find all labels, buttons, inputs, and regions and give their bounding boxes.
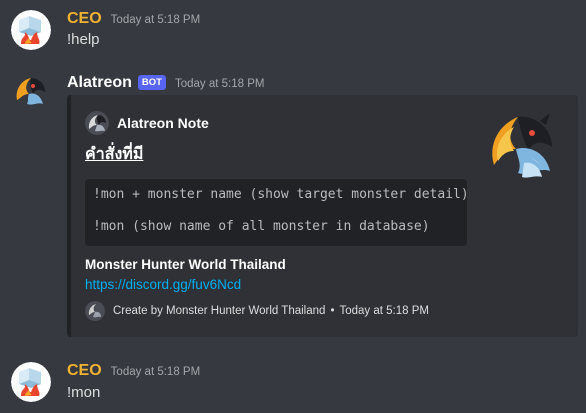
embed-author-icon [85, 111, 109, 135]
timestamp: Today at 5:18 PM [110, 14, 201, 26]
footer-text: Create by Monster Hunter World Thailand [113, 305, 326, 317]
username[interactable]: CEO [67, 10, 102, 28]
footer-separator: • [330, 305, 335, 317]
embed-author-name[interactable]: Alatreon Note [117, 115, 209, 131]
footer-timestamp: Today at 5:18 PM [339, 305, 429, 317]
ice-fire-avatar-icon [11, 10, 51, 50]
timestamp: Today at 5:18 PM [110, 366, 201, 378]
footer-icon [85, 301, 105, 321]
ceo-avatar[interactable] [11, 10, 51, 50]
bot-username[interactable]: Alatreon [67, 74, 132, 92]
code-block: !mon + monster name (show target monster… [85, 179, 469, 246]
embed-title: คำสั่งที่มี [85, 146, 144, 163]
ice-fire-avatar-icon [11, 362, 51, 402]
embed-author: Alatreon Note [85, 111, 209, 135]
code-line: !mon (show name of all monster in databa… [93, 219, 430, 234]
bot-embed: Alatreon Note คำสั่งที่มี !mon + monster… [67, 95, 578, 337]
message-text: !mon [67, 384, 101, 401]
message-ceo-mon: CEO Today at 5:18 PM !mon [0, 355, 586, 413]
code-line: !mon + monster name (show target monster… [93, 187, 469, 202]
username[interactable]: CEO [67, 362, 102, 380]
message-text: !help [67, 31, 100, 48]
timestamp: Today at 5:18 PM [174, 78, 265, 90]
bot-tag: BOT [137, 75, 166, 90]
embed-field-name: Monster Hunter World Thailand [85, 257, 286, 272]
embed-thumbnail[interactable] [484, 107, 564, 187]
alatreon-avatar[interactable] [11, 72, 51, 112]
message-ceo-help: CEO Today at 5:18 PM !help [0, 0, 586, 60]
dragon-thumbnail-icon [492, 113, 552, 178]
dragon-avatar-icon [11, 72, 51, 112]
ceo-avatar[interactable] [11, 362, 51, 402]
discord-invite-link[interactable]: https://discord.gg/fuv6Ncd [85, 277, 241, 292]
embed-footer: Create by Monster Hunter World Thailand … [85, 301, 429, 321]
